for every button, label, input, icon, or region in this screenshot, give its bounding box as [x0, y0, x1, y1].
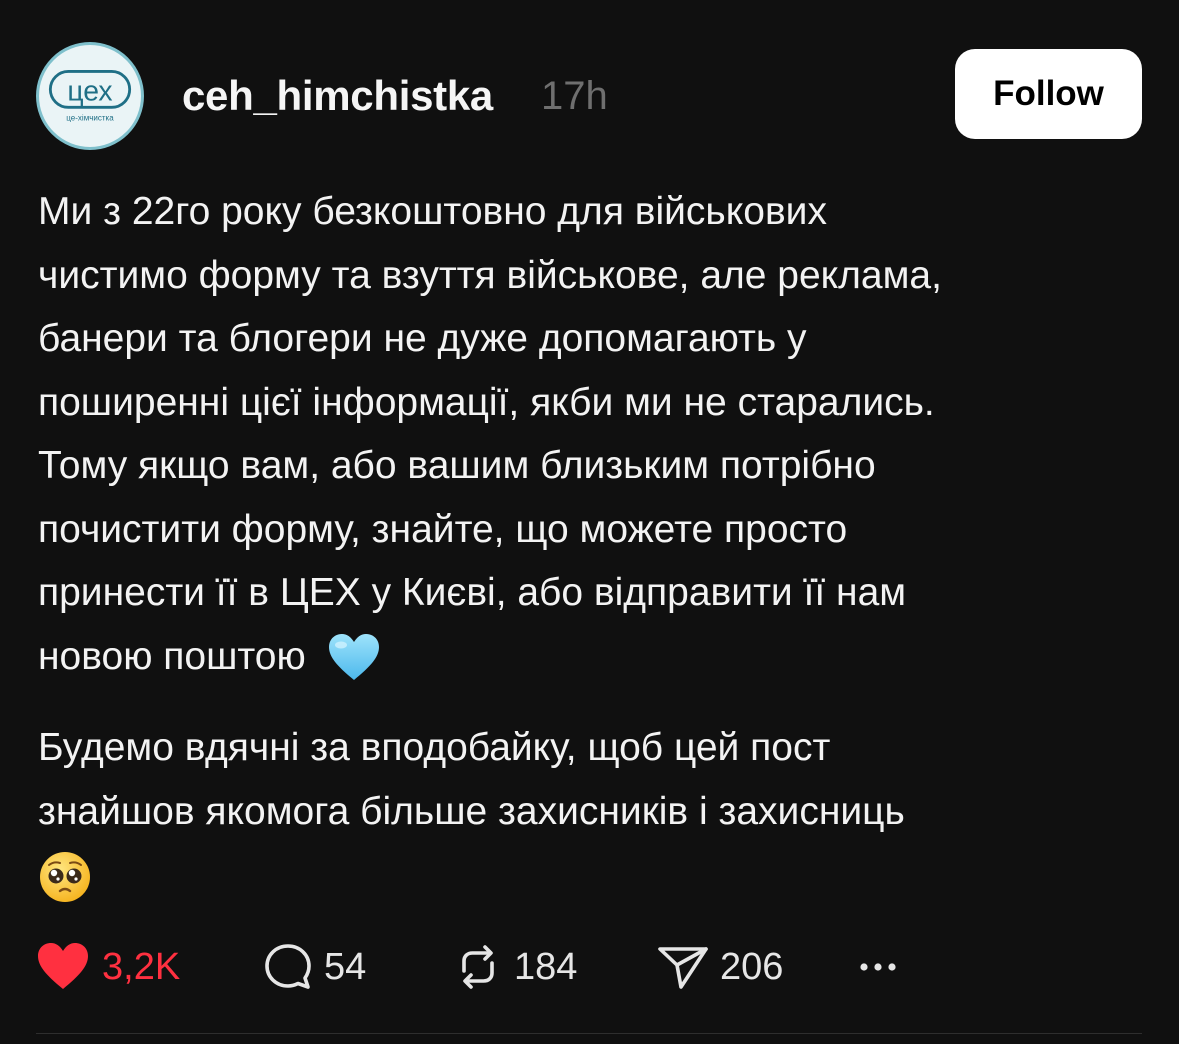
post-timestamp: 17h — [541, 74, 608, 118]
like-button[interactable]: 3,2K — [36, 935, 180, 999]
emoji-line — [38, 843, 1148, 907]
post-text-line: принести її в ЦЕХ у Києві, або відправит… — [38, 571, 907, 614]
post-text-line: Ми з 22го року безкоштовно для військови… — [38, 190, 827, 233]
logo-subtext: це-хімчистка — [66, 114, 114, 123]
reply-button[interactable]: 54 — [262, 935, 366, 999]
repost-count: 184 — [514, 945, 578, 988]
post-text-line: знайшов якомога більше захисників і захи… — [38, 789, 905, 833]
paper-plane-icon — [656, 941, 710, 993]
share-button[interactable]: 206 — [656, 935, 783, 999]
post-text-paragraph-2: Будемо вдячні за вподобайку, щоб цей пос… — [38, 716, 1148, 907]
more-options-button[interactable] — [858, 935, 898, 999]
repost-icon — [452, 941, 504, 993]
follow-button[interactable]: Follow — [955, 49, 1142, 139]
post-divider — [36, 1033, 1142, 1034]
post-text-line: новою поштою — [38, 634, 306, 678]
post-text-line-last: новою поштою — [38, 625, 1148, 689]
ellipsis-icon — [858, 961, 898, 973]
logo-text: цех — [67, 76, 112, 108]
reply-count: 54 — [324, 945, 367, 988]
post-text-line: Будемо вдячні за вподобайку, щоб цей пос… — [38, 726, 831, 769]
share-count: 206 — [720, 945, 784, 988]
post-text-paragraph-1: Ми з 22го року безкоштовно для військови… — [38, 180, 1148, 688]
like-count: 3,2K — [102, 945, 181, 988]
pleading-face-emoji — [38, 850, 92, 904]
avatar[interactable]: цех це-хімчистка — [36, 42, 144, 150]
speech-bubble-icon — [262, 941, 314, 993]
post-text-line: почистити форму, знайте, що можете прост… — [38, 507, 848, 551]
username-link[interactable]: ceh_himchistka — [182, 72, 493, 120]
light-blue-heart-emoji — [327, 633, 381, 683]
post-text-line: Тому якщо вам, або вашим близьким потріб… — [38, 444, 876, 487]
post-text-line: банери та блогери не дуже допомагають у — [38, 317, 807, 360]
heart-filled-icon — [36, 942, 90, 992]
repost-button[interactable]: 184 — [452, 935, 577, 999]
brand-logo-icon: цех це-хімчистка — [48, 70, 132, 123]
action-bar: 3,2K 54 184 206 — [36, 935, 1146, 999]
post-text-line: поширенні цієї інформації, якби ми не ст… — [38, 380, 935, 424]
thread-post: цех це-хімчистка ceh_himchistka 17h Foll… — [0, 0, 1179, 1044]
post-text-line: чистимо форму та взуття військове, але р… — [38, 253, 942, 297]
